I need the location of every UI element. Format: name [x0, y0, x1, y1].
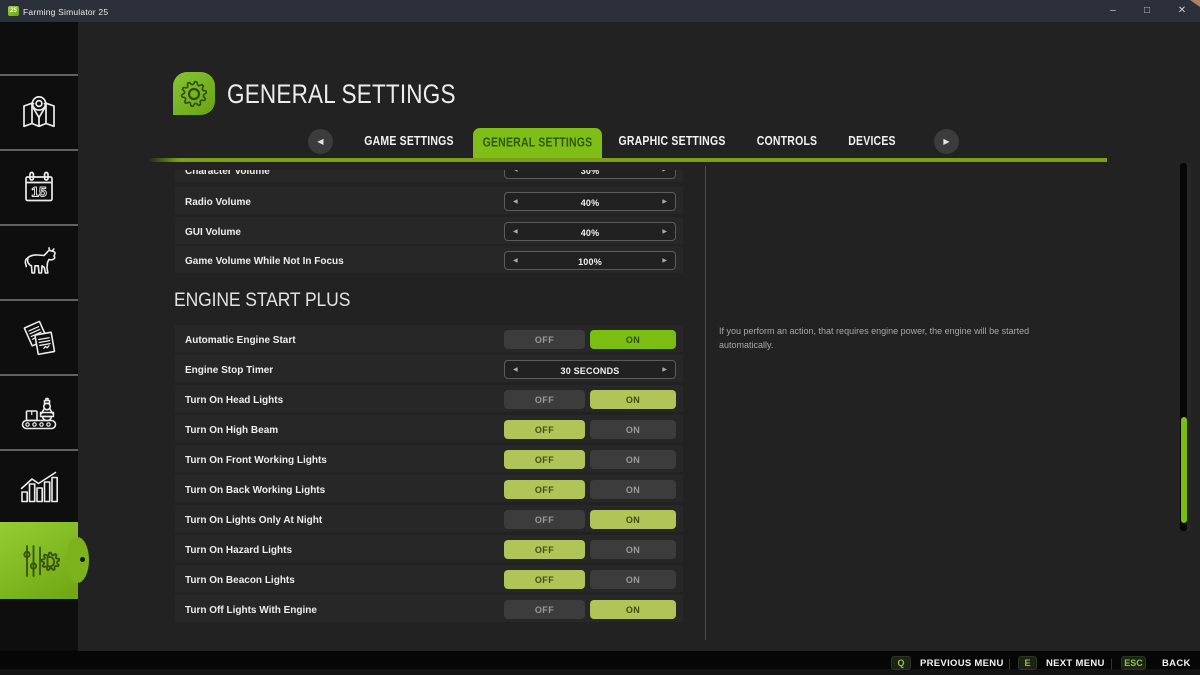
svg-text:15: 15 — [31, 183, 47, 199]
